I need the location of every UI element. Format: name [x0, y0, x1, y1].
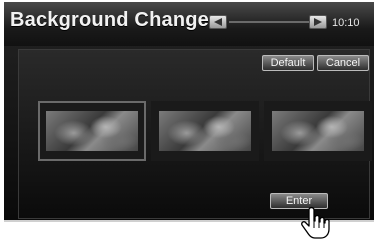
triangle-right-icon	[314, 18, 322, 26]
clock: 10:10	[332, 17, 360, 29]
hand-pointer-icon	[301, 206, 330, 239]
thumbnail-image	[272, 111, 364, 151]
default-button[interactable]: Default	[262, 55, 314, 71]
background-thumbnail-1[interactable]	[38, 101, 146, 161]
thumbnail-image	[159, 111, 251, 151]
page-title: Background Change	[10, 9, 209, 31]
thumbnail-image	[46, 111, 138, 151]
title-bar: Background Change 10:10	[4, 2, 374, 46]
next-button[interactable]	[309, 15, 327, 29]
prev-button[interactable]	[209, 15, 227, 29]
screen: Background Change 10:10 Default Cancel E…	[4, 2, 374, 220]
cancel-button[interactable]: Cancel	[317, 55, 369, 71]
background-thumbnail-2[interactable]	[151, 101, 259, 161]
background-thumbnail-3[interactable]	[264, 101, 372, 161]
triangle-left-icon	[214, 18, 222, 26]
